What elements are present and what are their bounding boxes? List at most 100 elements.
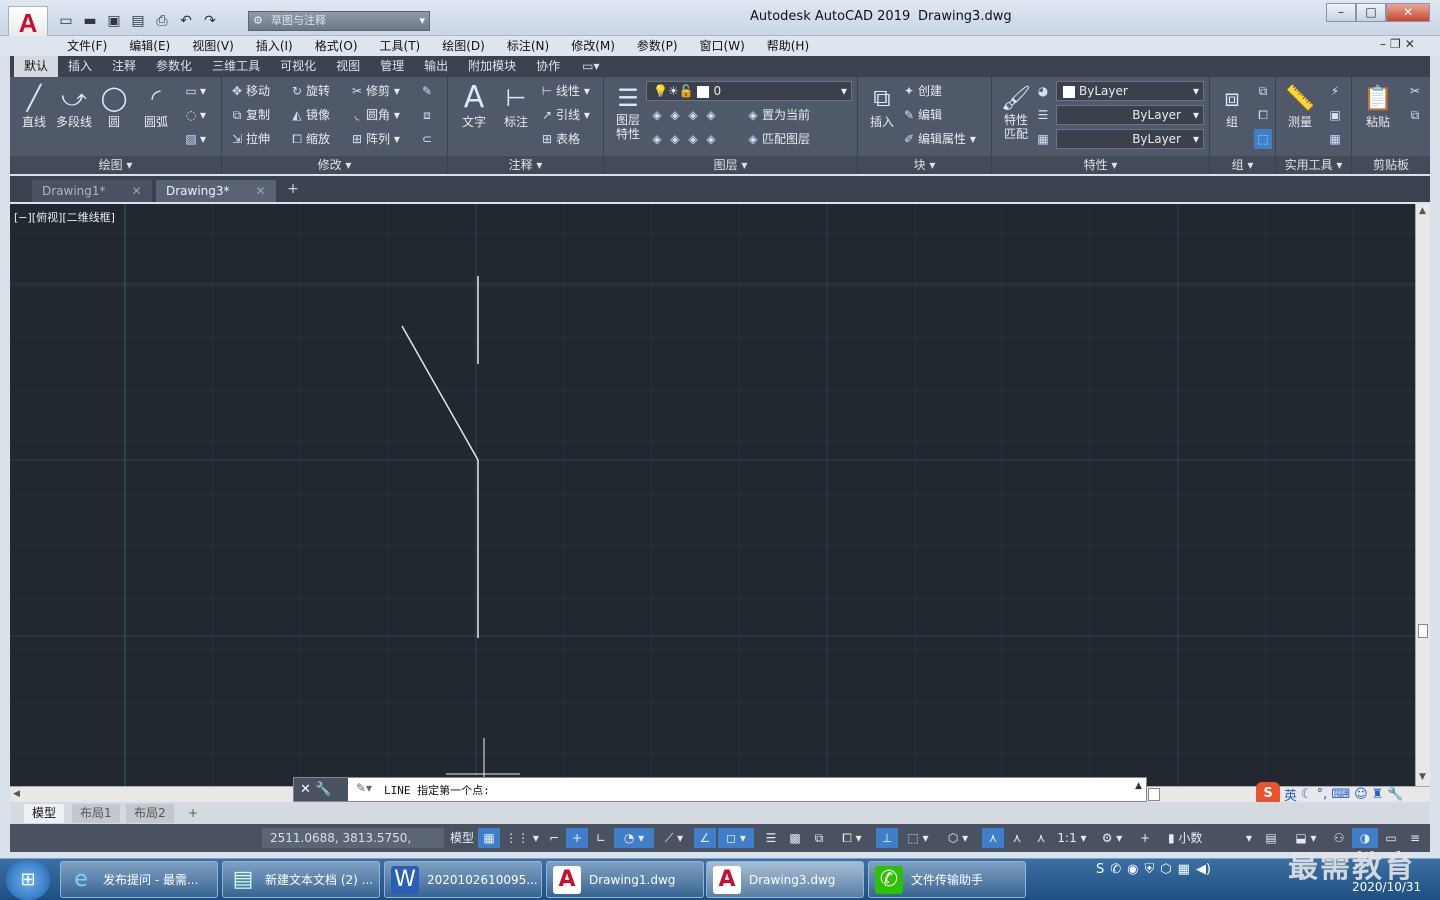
menu-draw[interactable]: 绘图(D) <box>431 36 496 56</box>
edit-block-button[interactable]: ✎ 编辑 <box>900 105 942 125</box>
tab-layout2[interactable]: 布局2 <box>126 804 174 823</box>
selection-cycling-icon[interactable]: ⧉ <box>808 828 830 848</box>
panel-layers-title[interactable]: 图层 ▾ <box>604 156 857 174</box>
rectangle-button[interactable]: ▭ ▾ <box>182 81 206 101</box>
edit-attributes-button[interactable]: ✐ 编辑属性 ▾ <box>900 129 976 149</box>
select-all-icon[interactable]: ▣ <box>1326 105 1344 125</box>
ortho-icon[interactable]: ∟ <box>590 828 612 848</box>
tab-visualize[interactable]: 可视化 <box>270 56 326 77</box>
tab-addins[interactable]: 附加模块 <box>458 56 526 77</box>
vertical-scrollbar[interactable]: ▲ ▼ <box>1415 204 1430 786</box>
tab-parametric[interactable]: 参数化 <box>146 56 202 77</box>
tab-view[interactable]: 视图 <box>326 56 370 77</box>
panel-utilities-title[interactable]: 实用工具 ▾ <box>1276 156 1351 174</box>
panel-block-title[interactable]: 块 ▾ <box>858 156 991 174</box>
doc-tab-drawing1[interactable]: Drawing1* ✕ <box>32 180 152 202</box>
polyline-button[interactable]: ⤻ 多段线 <box>52 83 96 130</box>
scroll-left-icon[interactable]: ◀ <box>13 789 20 799</box>
maximize-button[interactable]: □ <box>1356 3 1386 22</box>
user-icon[interactable]: ☺ <box>1354 787 1368 802</box>
ellipse-button[interactable]: ◌ ▾ <box>182 105 206 125</box>
fillet-button[interactable]: ◟ 圆角 ▾ <box>348 105 400 125</box>
transparency-icon[interactable]: ▦ <box>1034 129 1052 149</box>
menu-file[interactable]: 文件(F) <box>56 36 118 56</box>
layer-tools-row1[interactable]: ◈ ◈ ◈ ◈ <box>648 105 720 125</box>
panel-properties-title[interactable]: 特性 ▾ <box>992 156 1209 174</box>
insert-block-button[interactable]: ⧉ 插入 <box>860 83 904 130</box>
menu-format[interactable]: 格式(O) <box>304 36 369 56</box>
cube-icon[interactable]: ⬡ <box>1160 862 1171 877</box>
layer-properties-button[interactable]: ☰ 图层 特性 <box>606 83 650 141</box>
infer-icon[interactable]: ⌐ <box>544 828 564 848</box>
array-button[interactable]: ⊞ 阵列 ▾ <box>348 129 400 149</box>
match-properties-button[interactable]: 🖌 特性 匹配 <box>994 83 1038 141</box>
workspace-select[interactable]: ⚙ 草图与注释 ▾ <box>248 11 430 31</box>
scroll-down-icon[interactable]: ▼ <box>1419 772 1426 782</box>
sogou-tray-icon[interactable]: S <box>1096 862 1104 877</box>
paste-button[interactable]: 📋 粘贴 <box>1356 83 1400 130</box>
line-segment-diagonal[interactable] <box>401 325 479 461</box>
wechat-tray-icon[interactable]: ✆ <box>1110 862 1121 877</box>
network-icon[interactable]: ▦ <box>1178 862 1190 877</box>
taskbar-item-drawing3[interactable]: A Drawing3.dwg <box>706 861 864 898</box>
quick-select-icon[interactable]: ⚡ <box>1326 81 1344 101</box>
tab-insert[interactable]: 插入 <box>58 56 102 77</box>
annotation-monitor-icon[interactable]: + <box>1134 828 1156 848</box>
scale-select[interactable]: 1:1 ▾ <box>1054 828 1090 848</box>
group-select-icon[interactable]: ⬚ <box>1254 129 1272 149</box>
menu-dimension[interactable]: 标注(N) <box>496 36 560 56</box>
hatch-button[interactable]: ▨ ▾ <box>182 129 206 149</box>
menu-window[interactable]: 窗口(W) <box>689 36 756 56</box>
snap-icon[interactable]: ⋮⋮ ▾ <box>502 828 542 848</box>
close-button[interactable]: ✕ <box>1386 3 1430 22</box>
group-edit-icon[interactable]: ⧠ <box>1254 105 1272 125</box>
gizmo-icon[interactable]: ⬡ ▾ <box>940 828 976 848</box>
coordinates-readout[interactable]: 2511.0688, 3813.5750, 0.0000 <box>262 828 444 865</box>
taskbar-item-wechat[interactable]: ✆ 文件传输助手 <box>868 861 1026 898</box>
menu-modify[interactable]: 修改(M) <box>560 36 626 56</box>
horizontal-scroll-thumb[interactable] <box>1148 788 1160 801</box>
line-button[interactable]: ╱ 直线 <box>12 83 56 130</box>
offset-button[interactable]: ⊂ <box>418 129 436 149</box>
menu-help[interactable]: 帮助(H) <box>756 36 820 56</box>
quick-properties-icon[interactable]: ▤ <box>1260 828 1282 848</box>
taskbar-item-browser[interactable]: e 发布提问 - 最需... <box>60 861 218 898</box>
taskbar-item-drawing1[interactable]: A Drawing1.dwg <box>546 861 704 898</box>
redo-icon[interactable]: ↷ <box>200 11 220 31</box>
doc-tab-drawing3[interactable]: Drawing3* ✕ <box>156 180 276 202</box>
polar-tracking-icon[interactable]: ◔ ▾ <box>614 828 654 848</box>
annotation-scale-icon[interactable]: ⋏ <box>1030 828 1052 848</box>
close-icon[interactable]: ✕ <box>300 782 311 797</box>
menu-tools[interactable]: 工具(T) <box>369 36 432 56</box>
move-button[interactable]: ✥ 移动 <box>228 81 270 101</box>
color-select[interactable]: ByLayer ▾ <box>1056 81 1204 101</box>
wrench-icon[interactable]: 🔧 <box>1387 787 1403 802</box>
isodraft-icon[interactable]: ⟋ ▾ <box>656 828 692 848</box>
panel-clipboard-title[interactable]: 剪贴板 <box>1352 156 1430 174</box>
chevron-up-icon[interactable]: ▲ <box>1135 781 1142 791</box>
calculator-icon[interactable]: ▦ <box>1326 129 1344 149</box>
panel-annotation-title[interactable]: 注释 ▾ <box>448 156 603 174</box>
ime-language[interactable]: 英 <box>1284 785 1297 804</box>
dynamic-ucs-icon[interactable]: ⊥ <box>876 828 898 848</box>
stretch-button[interactable]: ⇲ 拉伸 <box>228 129 270 149</box>
shield-icon[interactable]: ⛨ <box>1145 862 1155 877</box>
undo-icon[interactable]: ↶ <box>176 11 196 31</box>
layer-tools-row2[interactable]: ◈ ◈ ◈ ◈ <box>648 129 720 149</box>
moon-icon[interactable]: ☾ <box>1301 787 1313 802</box>
units-select[interactable]: ▮ 小数 ▾ <box>1160 828 1256 848</box>
save-as-icon[interactable]: ▤ <box>128 11 148 31</box>
menu-parametric[interactable]: 参数(P) <box>626 36 689 56</box>
tab-output[interactable]: 输出 <box>414 56 458 77</box>
text-button[interactable]: A 文字 <box>452 83 496 130</box>
tab-home[interactable]: 默认 <box>14 56 59 77</box>
tab-overflow-icon[interactable]: ▭▾ <box>570 56 599 77</box>
create-block-button[interactable]: ✦ 创建 <box>900 81 942 101</box>
linetype-select[interactable]: ByLayer ▾ <box>1056 105 1204 125</box>
drawn-lines[interactable] <box>401 276 479 638</box>
lineweight-select[interactable]: ByLayer ▾ <box>1056 129 1204 149</box>
tab-annotate[interactable]: 注释 <box>102 56 146 77</box>
shirt-icon[interactable]: ♜ <box>1372 787 1384 802</box>
volume-icon[interactable]: ◀) <box>1196 862 1211 877</box>
drawing-canvas[interactable] <box>10 204 1415 786</box>
